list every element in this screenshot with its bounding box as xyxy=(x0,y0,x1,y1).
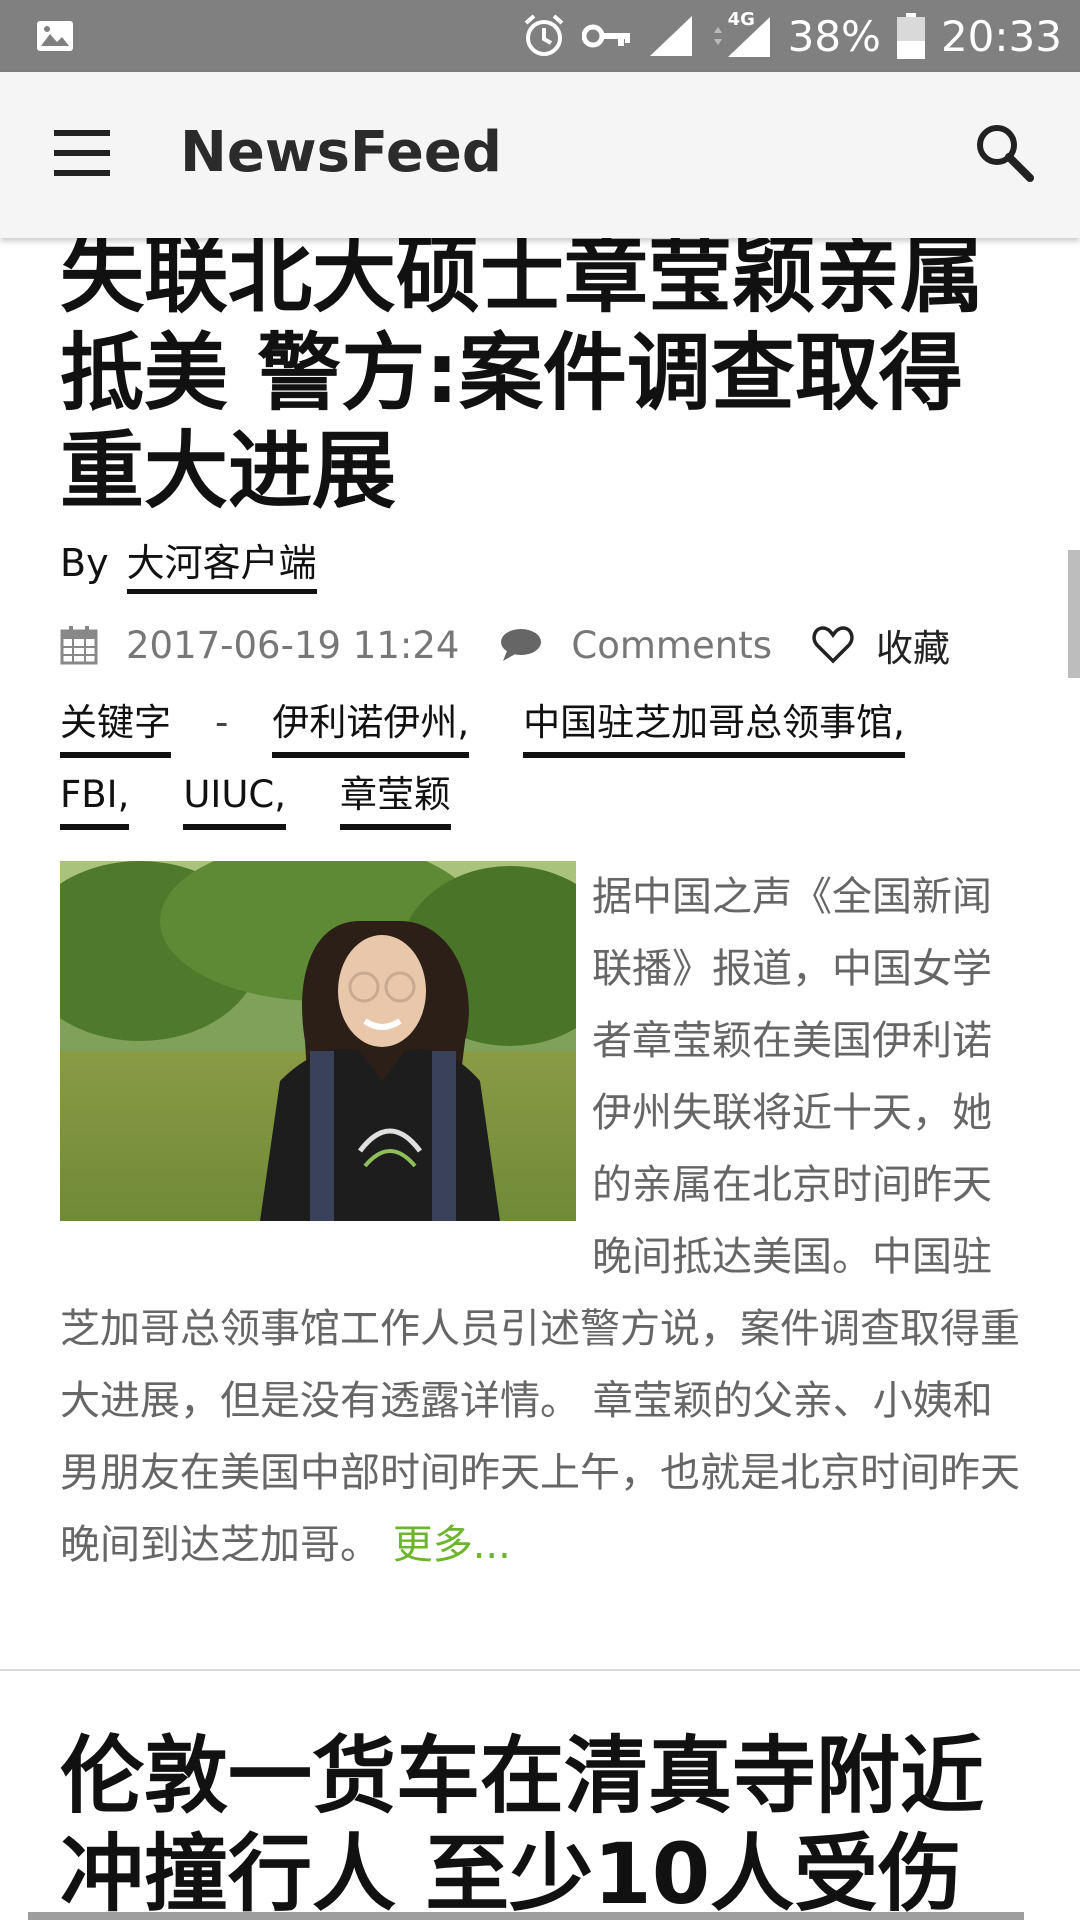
battery-percent: 38% xyxy=(787,11,881,61)
byline: By 大河客户端 xyxy=(60,532,1020,594)
scrollbar-thumb[interactable] xyxy=(1068,550,1080,678)
tag-link[interactable]: UIUC, xyxy=(183,766,287,830)
news-feed-list[interactable]: 失联北大硕士章莹颖亲属抵美 警方:案件调查取得重大进展 By 大河客户端 201… xyxy=(0,238,1080,1920)
article-divider xyxy=(0,1669,1080,1671)
author-link[interactable]: 大河客户端 xyxy=(126,541,317,594)
network-4g-signal: 4G xyxy=(710,9,772,59)
heart-icon[interactable] xyxy=(812,626,854,664)
article-card: 伦敦一货车在清真寺附近冲撞行人 至少10人受伤 xyxy=(0,1727,1080,1920)
article-date: 2017-06-19 11:24 xyxy=(126,623,460,667)
calendar-icon xyxy=(60,626,98,665)
article-headline[interactable]: 伦敦一货车在清真寺附近冲撞行人 至少10人受伤 xyxy=(60,1727,1020,1920)
clock: 20:33 xyxy=(940,11,1062,61)
read-more-link[interactable]: 更多... xyxy=(393,1522,511,1568)
comment-icon[interactable] xyxy=(499,627,543,663)
article-summary: 据中国之声《全国新闻联播》报道，中国女学者章莹颖在美国伊利诺伊州失联将近十天，她… xyxy=(60,861,1020,1581)
status-icons: 4G 38% 20:33 xyxy=(522,0,1062,72)
app-title: NewsFeed xyxy=(180,120,502,185)
menu-icon[interactable] xyxy=(54,130,112,176)
favorite-button[interactable]: 收藏 xyxy=(876,618,950,672)
article-photo[interactable] xyxy=(60,861,576,1221)
keywords-separator: - xyxy=(215,701,229,744)
status-bar: 4G 38% 20:33 xyxy=(0,0,1080,72)
byline-prefix: By xyxy=(60,541,109,585)
signal-icon xyxy=(649,16,692,56)
tag-link[interactable]: FBI, xyxy=(60,766,130,830)
article-meta: 2017-06-19 11:24 Comments 收藏 xyxy=(60,617,1020,673)
signal-4g-icon xyxy=(713,17,770,57)
keywords-label: 关键字 xyxy=(60,694,171,758)
gallery-notification-icon xyxy=(37,21,73,51)
article-headline[interactable]: 失联北大硕士章莹颖亲属抵美 警方:案件调查取得重大进展 xyxy=(60,238,1020,520)
tag-link[interactable]: 中国驻芝加哥总领事馆, xyxy=(523,694,905,758)
search-icon[interactable] xyxy=(972,120,1036,184)
comments-link[interactable]: Comments xyxy=(571,624,772,667)
alarm-icon xyxy=(524,14,563,56)
app-bar: NewsFeed xyxy=(0,72,1080,238)
horizontal-scroll-indicator xyxy=(28,1912,1024,1920)
keyword-tags: 关键字 - 伊利诺伊州, 中国驻芝加哥总领事馆, FBI, UIUC, 章莹颖 xyxy=(60,687,1020,831)
battery-icon xyxy=(896,13,925,59)
vpn-key-icon xyxy=(581,24,630,48)
article-card: 失联北大硕士章莹颖亲属抵美 警方:案件调查取得重大进展 By 大河客户端 201… xyxy=(0,238,1080,1581)
tag-link[interactable]: 伊利诺伊州, xyxy=(272,694,470,758)
tag-link[interactable]: 章莹颖 xyxy=(340,766,452,830)
